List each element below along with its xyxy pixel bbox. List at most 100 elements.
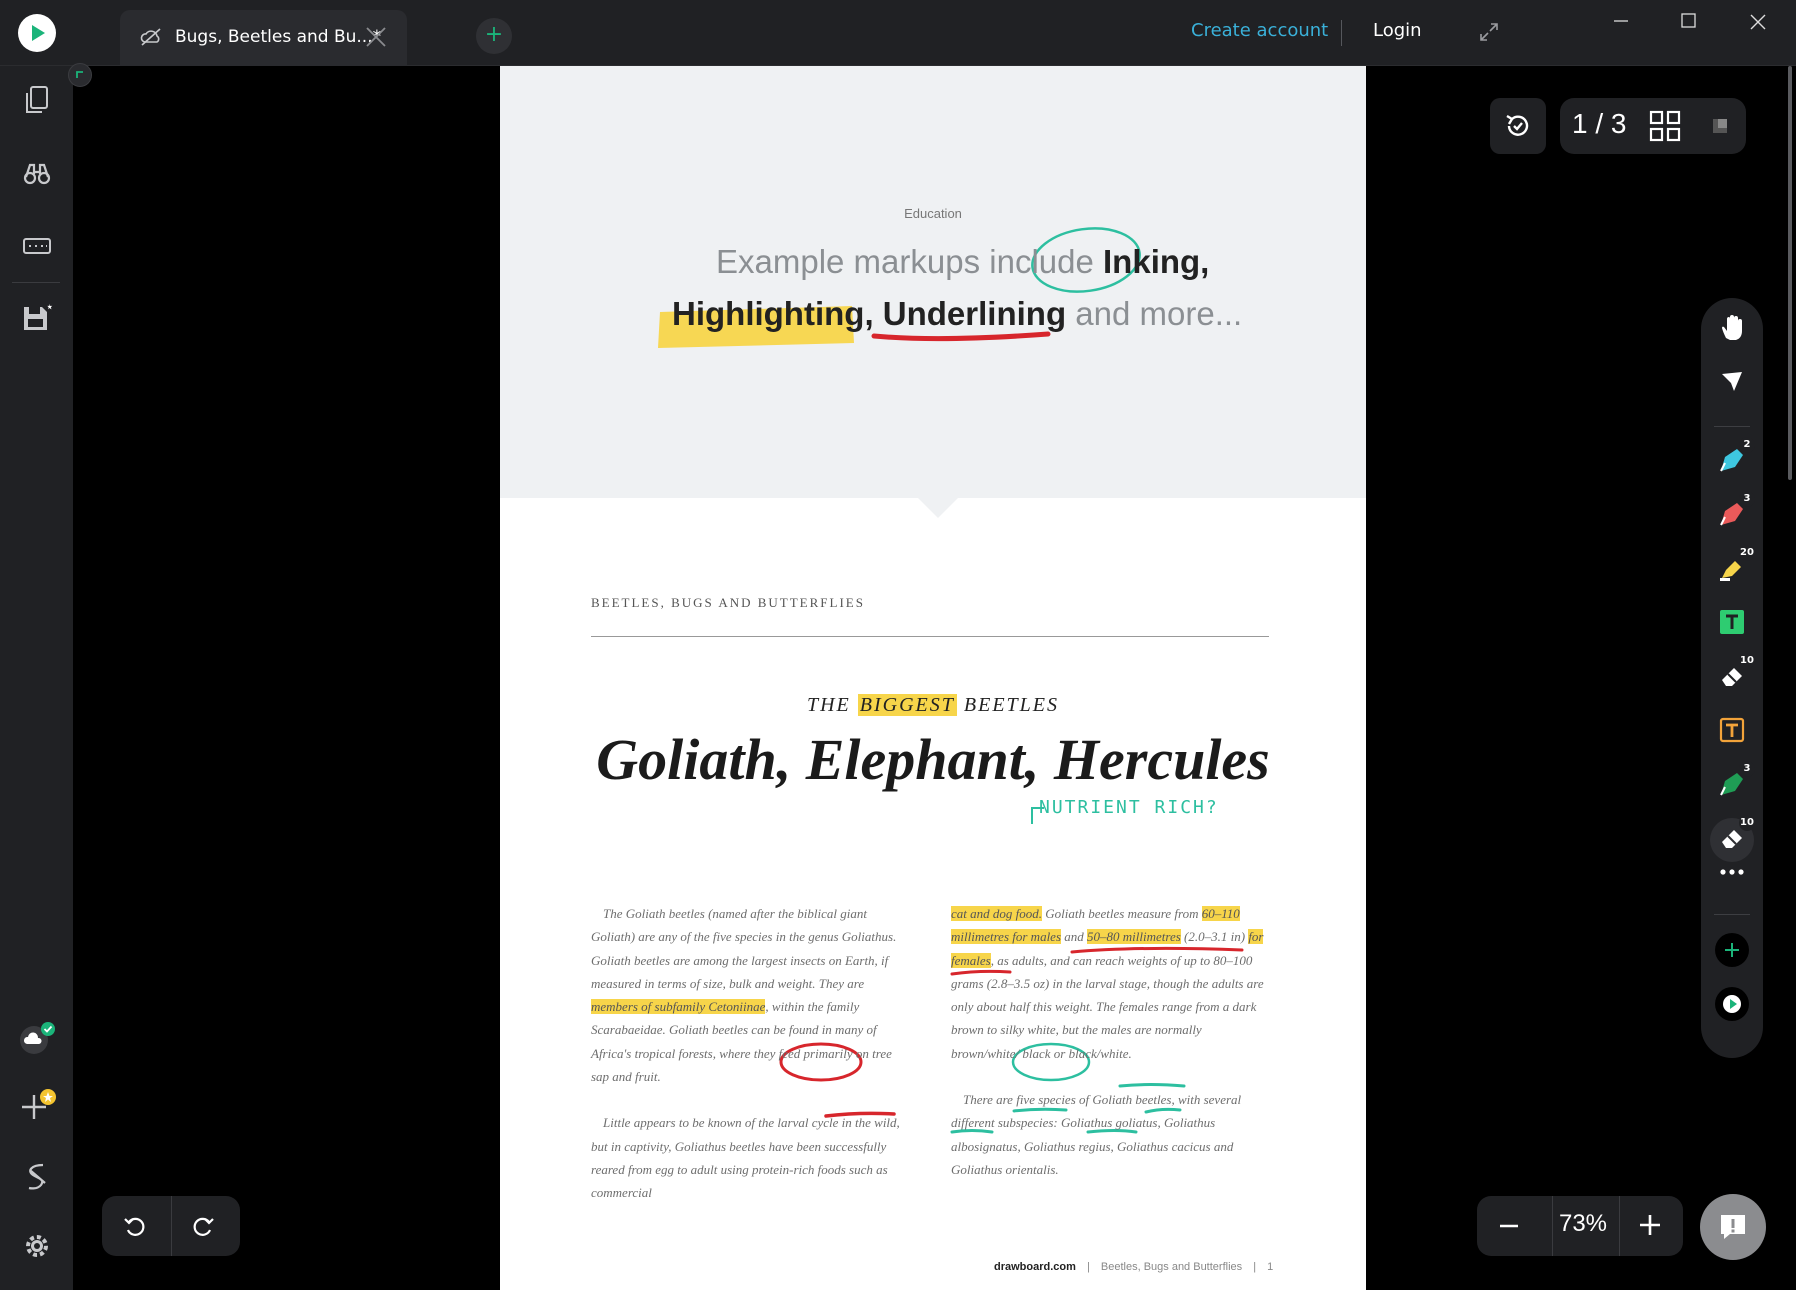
binoculars-icon[interactable]	[17, 154, 57, 194]
hero-line-2: Highlighting, Underlining and more...	[672, 295, 1242, 333]
pen-tool-red[interactable]: 3	[1710, 491, 1755, 538]
zoom-level[interactable]: 73%	[1553, 1210, 1613, 1238]
app-logo-icon	[1714, 986, 1750, 1026]
zoom-in-button[interactable]	[1637, 1212, 1663, 1242]
app-logo-icon[interactable]	[18, 14, 56, 52]
header-rule	[591, 636, 1269, 637]
hero-line-1: Example markups include Inking,	[716, 243, 1209, 281]
zoom-out-button[interactable]	[1497, 1214, 1521, 1242]
document-page[interactable]: Education Example markups include Inking…	[500, 66, 1366, 1290]
kicker: THE BIGGEST BEETLES	[500, 694, 1366, 717]
kicker-pre: THE	[806, 694, 858, 716]
badge: 10	[1739, 653, 1755, 669]
eraser-tool-locked[interactable]: 10	[1710, 815, 1755, 862]
document-tab[interactable]: Bugs, Beetles and Bu...*	[120, 10, 407, 66]
underlined-text: orientalis	[1005, 1161, 1056, 1177]
grid-icon[interactable]	[1649, 110, 1681, 146]
page-footer: drawboard.com | Beetles, Bugs and Butter…	[994, 1261, 1274, 1273]
badge: 20	[1739, 545, 1755, 561]
text-box-tool-green[interactable]	[1710, 602, 1754, 646]
history-icon	[1503, 111, 1533, 145]
cloud-sync-icon[interactable]	[17, 1018, 57, 1058]
underlined-text: cacicus	[1171, 1138, 1211, 1154]
minimize-icon[interactable]	[1612, 12, 1630, 34]
undo-redo-group	[102, 1196, 240, 1256]
headline: Goliath, Elephant, Hercules	[596, 727, 1270, 792]
cloud-off-icon	[140, 27, 162, 51]
hero-suffix: and more...	[1066, 295, 1243, 332]
history-button[interactable]	[1490, 98, 1546, 154]
zoom-control: 73%	[1477, 1196, 1683, 1256]
handwritten-note: NUTRIENT RICH?	[1039, 797, 1219, 818]
hero-highlighting: Highlighting,	[672, 295, 874, 332]
divider	[1619, 1196, 1620, 1256]
more-icon	[1719, 861, 1745, 880]
sidebar-collapse-toggle[interactable]	[68, 63, 92, 87]
select-tool[interactable]	[1710, 362, 1754, 406]
new-tab-button[interactable]: +	[476, 18, 512, 54]
settings-icon[interactable]	[17, 1226, 57, 1266]
paragraph: Little appears to be known of the larval…	[591, 1115, 900, 1201]
add-tool-button[interactable]	[1710, 930, 1754, 974]
create-account-link[interactable]: Create account	[1191, 20, 1328, 41]
pen-tool-green[interactable]: 3	[1710, 761, 1755, 808]
highlighted-text: members of subfamily Cetoniinae	[591, 999, 766, 1015]
category-label: Education	[904, 206, 962, 221]
page-navigator: 1 / 3	[1560, 98, 1746, 154]
hand-tool[interactable]	[1710, 308, 1754, 352]
body-column-right: cat and dog food. Goliath beetles measur…	[951, 902, 1273, 1204]
kicker-highlight: BIGGEST	[857, 694, 957, 716]
maximize-icon[interactable]	[1680, 12, 1698, 34]
drawboard-button[interactable]	[1710, 984, 1754, 1028]
badge: 2	[1739, 437, 1755, 453]
underlined-text: goliatus	[1115, 1115, 1158, 1131]
eraser-tool[interactable]: 10	[1710, 653, 1755, 700]
feedback-button[interactable]	[1700, 1194, 1766, 1260]
hero-underlining: Underlining	[882, 295, 1067, 332]
more-tools-button[interactable]	[1710, 858, 1754, 882]
footer-title: Beetles, Bugs and Butterflies	[1100, 1261, 1243, 1273]
text-box-icon	[1719, 609, 1745, 639]
kicker-post: BEETLES	[956, 694, 1060, 716]
red-underline-mark	[871, 331, 1051, 342]
highlighted-text: 50–80 millimetres	[1087, 929, 1181, 945]
badge: 3	[1739, 491, 1755, 507]
paragraph: cat and dog food. Goliath beetles measur…	[951, 906, 1264, 1061]
divider	[1714, 914, 1750, 915]
divider	[1341, 20, 1342, 46]
login-link[interactable]: Login	[1373, 20, 1422, 41]
highlighter-tool[interactable]: 20	[1710, 545, 1755, 592]
text-box-icon	[1719, 717, 1745, 747]
text-box-tool-orange[interactable]	[1710, 710, 1754, 754]
page-indicator[interactable]: 1 / 3	[1572, 108, 1626, 140]
redo-icon[interactable]	[190, 1213, 216, 1243]
scrollbar[interactable]	[1788, 66, 1792, 480]
drawboard-s-icon[interactable]	[17, 1156, 57, 1196]
badge: 3	[1739, 761, 1755, 777]
page-thumbnail-icon[interactable]	[1712, 118, 1728, 138]
hero-prefix: Example markups include	[716, 243, 1104, 280]
hero-banner: Education Example markups include Inking…	[500, 66, 1366, 498]
tools-toolbar: 2 3 20 10 3 10	[1701, 298, 1763, 1058]
footer-page-number: 1	[1267, 1261, 1274, 1273]
underlined-text: albosignatus	[951, 1138, 1018, 1154]
close-icon[interactable]	[363, 24, 389, 54]
pages-icon[interactable]	[17, 80, 57, 120]
title-bar: Bugs, Beetles and Bu...* + Create accoun…	[0, 0, 1796, 66]
hero-inking: Inking,	[1103, 243, 1210, 280]
pen-tool-blue[interactable]: 2	[1710, 437, 1755, 484]
paragraph: The Goliath beetles (named after the bib…	[591, 906, 897, 1085]
keyboard-icon[interactable]	[17, 226, 57, 266]
hero-notch	[918, 498, 958, 518]
pointer-icon	[1719, 369, 1745, 399]
body-column-left: The Goliath beetles (named after the bib…	[591, 902, 913, 1228]
save-icon[interactable]	[17, 298, 57, 338]
add-feature-icon[interactable]	[17, 1086, 57, 1126]
tab-title: Bugs, Beetles and Bu...*	[175, 27, 382, 47]
window-close-icon[interactable]	[1748, 12, 1768, 36]
undo-icon[interactable]	[122, 1213, 148, 1243]
expand-icon[interactable]	[1478, 21, 1500, 47]
divider	[12, 282, 60, 283]
hero-annotations	[658, 227, 1141, 348]
divider	[1714, 426, 1750, 427]
